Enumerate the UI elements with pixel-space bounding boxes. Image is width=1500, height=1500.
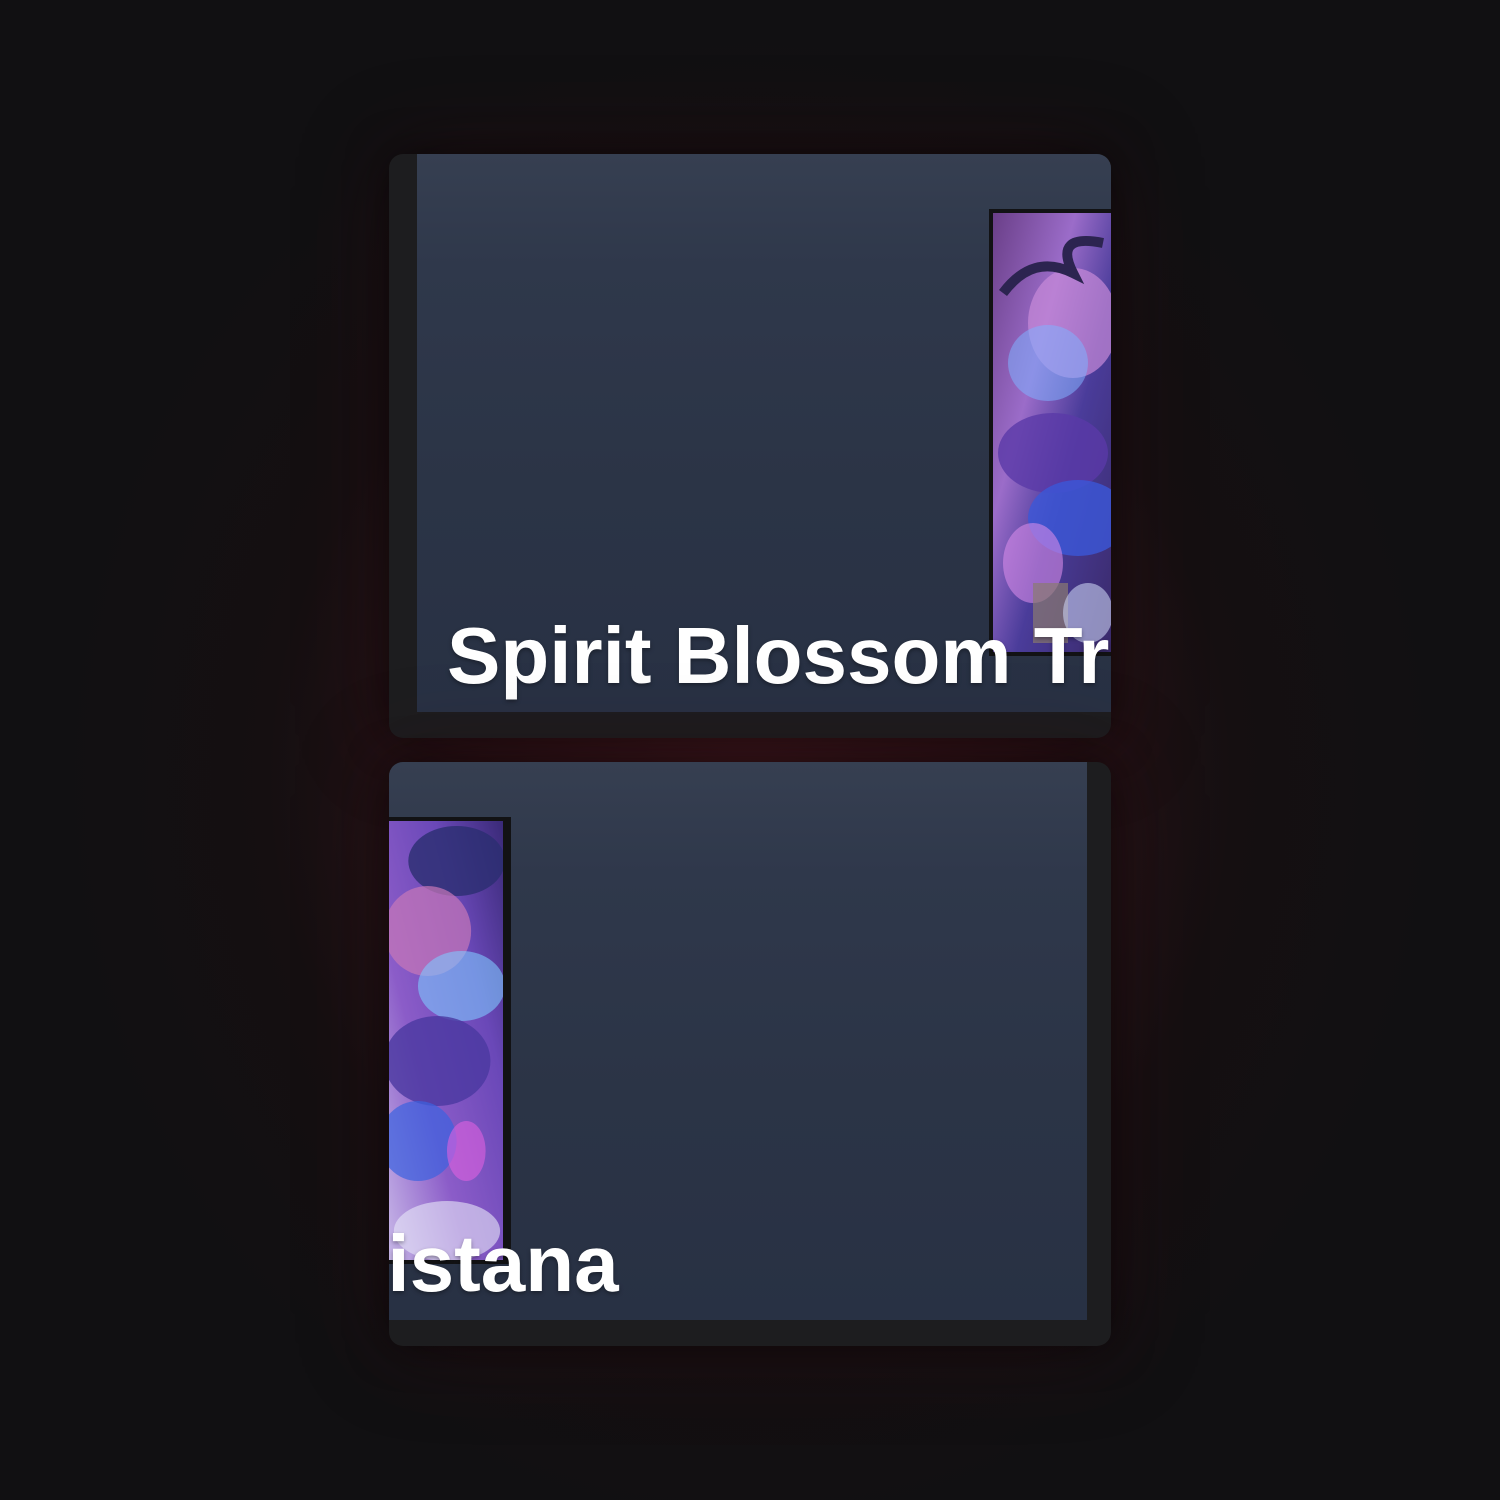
splash-art-image (389, 817, 511, 1264)
splash-art-image (989, 209, 1111, 656)
splash-art-icon (993, 213, 1111, 652)
skin-title: Spirit Blossom Tristana (447, 611, 1111, 700)
splash-art-icon (389, 821, 503, 1260)
page-background: { "skin_card": { "title": "Spirit Blosso… (0, 0, 1500, 1500)
skin-title: Spirit Blossom Tristana (389, 1219, 619, 1308)
skin-card-bottom-half[interactable]: Spirit Blossom Tristana (389, 762, 1111, 1346)
skin-card-top-half[interactable]: Spirit Blossom Tristana (389, 154, 1111, 738)
